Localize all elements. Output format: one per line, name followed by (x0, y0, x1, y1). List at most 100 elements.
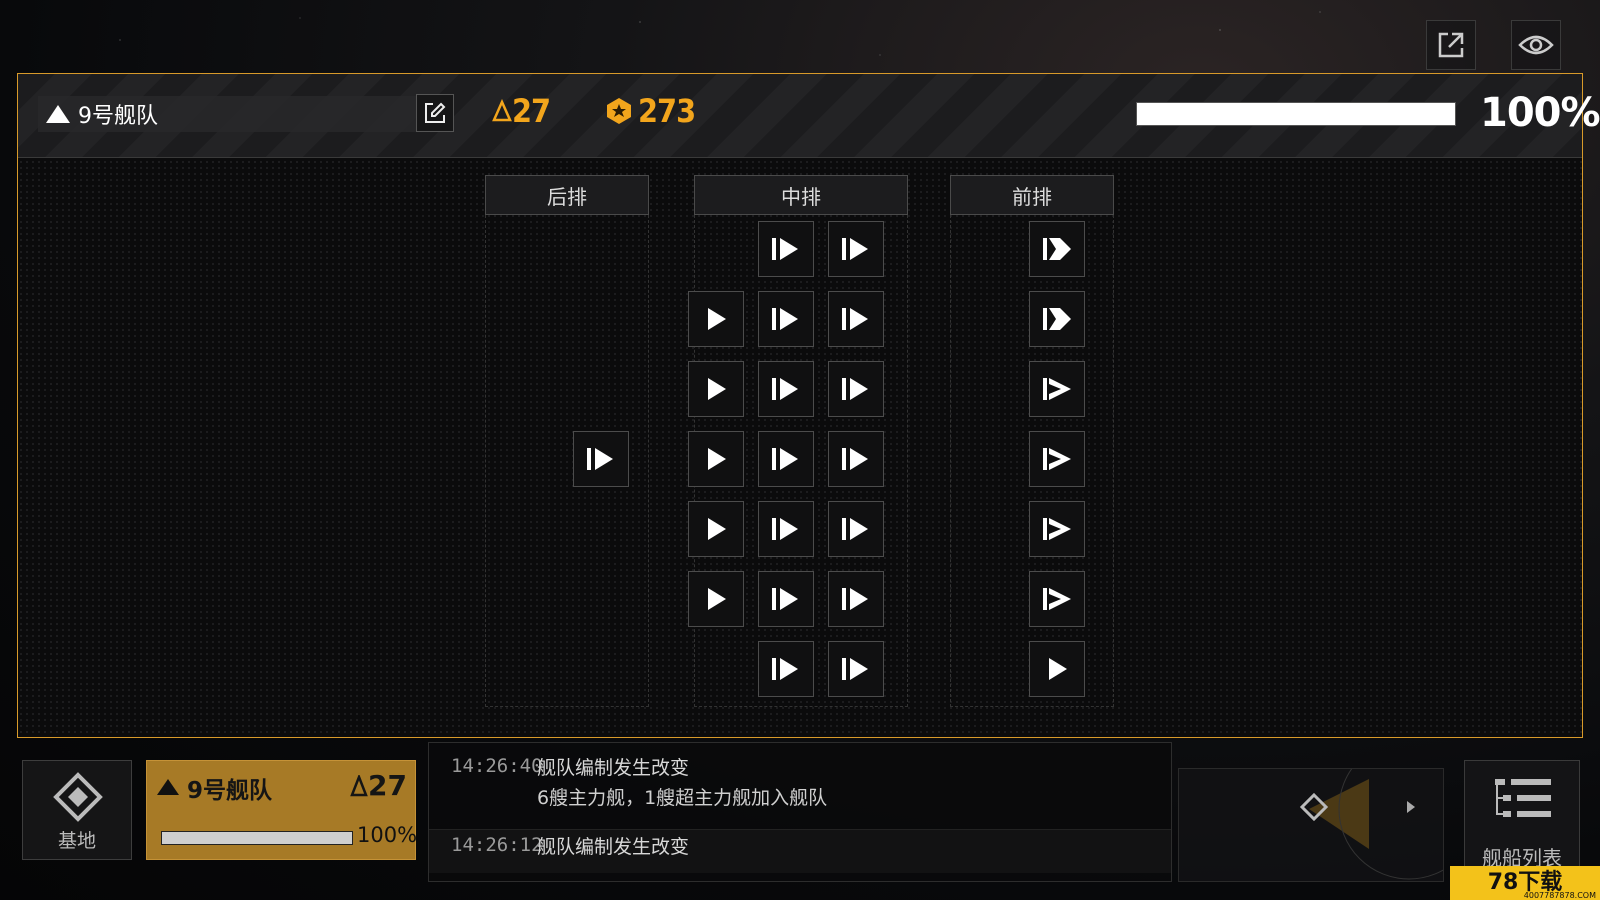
frigate-icon (842, 658, 868, 680)
ship-slot-frigate[interactable] (828, 501, 884, 557)
fleet-formation-panel: 9号舰队 27 273 100% 后排 中排 前排 (17, 73, 1600, 738)
frigate-icon (842, 518, 868, 540)
frigate-icon (842, 448, 868, 470)
ship-slot-destroyer[interactable] (1029, 571, 1085, 627)
frigate-icon (842, 308, 868, 330)
fighter-icon (708, 378, 726, 400)
ship-slot-frigate[interactable] (758, 641, 814, 697)
ship-slot-destroyer[interactable] (1029, 361, 1085, 417)
ship-slot-frigate[interactable] (828, 641, 884, 697)
fleet-header: 9号舰队 27 273 100% (18, 74, 1600, 158)
ship-slot-frigate[interactable] (828, 291, 884, 347)
ship-slot-cruiser[interactable] (1029, 221, 1085, 277)
readiness-label: 100% (1480, 90, 1600, 136)
base-button[interactable]: 基地 (22, 760, 132, 860)
fleet-name-box: 9号舰队 (38, 96, 416, 132)
frigate-icon (772, 378, 798, 400)
ship-slot-fighter[interactable] (688, 431, 744, 487)
log-detail: 6艘主力舰，1艘超主力舰加入舰队 (537, 787, 828, 809)
ship-slot-fighter[interactable] (1029, 641, 1085, 697)
frigate-icon (772, 658, 798, 680)
base-icon (53, 772, 103, 822)
cruiser-icon (1043, 238, 1071, 260)
watermark-text: 78下载 (1487, 870, 1563, 895)
fleet-card[interactable]: 9号舰队 27 100% (146, 760, 418, 860)
ship-slot-frigate[interactable] (828, 221, 884, 277)
fleet-rank-icon (46, 105, 70, 123)
site-watermark: 78下载 4007787878.COM (1450, 866, 1600, 900)
ship-slot-frigate[interactable] (828, 361, 884, 417)
ship-slot-frigate[interactable] (828, 431, 884, 487)
log-title: 舰队编制发生改变 (537, 836, 690, 858)
log-entry: 14:26:12 舰队编制发生改变 (429, 829, 1171, 873)
destroyer-icon (1043, 588, 1071, 610)
frigate-icon (587, 448, 613, 470)
log-title: 舰队编制发生改变 (537, 757, 690, 779)
ship-slot-frigate[interactable] (758, 571, 814, 627)
log-entry: 14:26:40 舰队编制发生改变 6艘主力舰，1艘超主力舰加入舰队 (429, 751, 1171, 823)
ship-slot-frigate[interactable] (828, 571, 884, 627)
frigate-icon (772, 308, 798, 330)
rename-button[interactable] (416, 94, 454, 132)
cruiser-icon (1043, 308, 1071, 330)
frigate-icon (842, 378, 868, 400)
ship-slot-frigate[interactable] (758, 221, 814, 277)
ship-slot-destroyer[interactable] (1029, 501, 1085, 557)
eye-icon (1518, 35, 1554, 55)
frigate-icon (772, 238, 798, 260)
frigate-icon (772, 518, 798, 540)
fleet-card-readiness-fill (162, 832, 352, 844)
share-icon (1438, 32, 1464, 58)
fleet-card-rank-icon (157, 779, 179, 795)
ship-slot-frigate[interactable] (758, 501, 814, 557)
ship-slot-cruiser[interactable] (1029, 291, 1085, 347)
destroyer-icon (1043, 518, 1071, 540)
ship-list-button[interactable]: 舰船列表 (1464, 760, 1580, 872)
destroyer-icon (1043, 448, 1071, 470)
ship-slot-frigate[interactable] (758, 361, 814, 417)
fleet-card-power: 27 (350, 769, 407, 802)
fighter-icon (708, 518, 726, 540)
column-header-front[interactable]: 前排 (950, 175, 1114, 215)
column-header-back[interactable]: 后排 (485, 175, 649, 215)
visibility-toggle-button[interactable] (1511, 20, 1561, 70)
command-icon (492, 99, 512, 122)
fleet-card-name: 9号舰队 (187, 778, 273, 804)
frigate-icon (842, 238, 868, 260)
readiness-fill (1137, 103, 1455, 125)
power-icon (607, 98, 631, 124)
ship-slot-frigate[interactable] (758, 291, 814, 347)
power-stat: 273 (604, 92, 696, 130)
fleet-card-readiness-bar (161, 831, 353, 845)
ship-slot-fighter[interactable] (688, 291, 744, 347)
readiness-bar (1136, 102, 1456, 126)
ship-slot-fighter[interactable] (688, 571, 744, 627)
column-header-middle[interactable]: 中排 (694, 175, 908, 215)
list-icon (1495, 779, 1551, 817)
minimap[interactable] (1178, 768, 1444, 882)
share-button[interactable] (1426, 20, 1476, 70)
power-value: 273 (638, 92, 696, 130)
base-label: 基地 (57, 830, 96, 852)
ship-slot-fighter[interactable] (688, 501, 744, 557)
watermark-sub: 4007787878.COM (1523, 891, 1596, 900)
ship-slot-destroyer[interactable] (1029, 431, 1085, 487)
fleet-card-power-value: 27 (368, 769, 407, 802)
frigate-icon (772, 588, 798, 610)
fleet-name: 9号舰队 (78, 104, 158, 129)
command-icon (350, 774, 368, 796)
minimap-graphic (1299, 769, 1443, 880)
ship-slot-frigate[interactable] (573, 431, 629, 487)
ship-slot-frigate[interactable] (758, 431, 814, 487)
frigate-icon (772, 448, 798, 470)
fighter-icon (708, 308, 726, 330)
fleet-card-readiness-label: 100% (357, 823, 418, 847)
fighter-icon (708, 588, 726, 610)
log-time: 14:26:40 (451, 755, 543, 777)
edit-icon (425, 102, 446, 123)
frigate-icon (842, 588, 868, 610)
destroyer-icon (1043, 378, 1071, 400)
command-stat: 27 (492, 92, 551, 130)
ship-slot-fighter[interactable] (688, 361, 744, 417)
event-log[interactable]: 14:26:40 舰队编制发生改变 6艘主力舰，1艘超主力舰加入舰队 14:26… (428, 742, 1172, 882)
